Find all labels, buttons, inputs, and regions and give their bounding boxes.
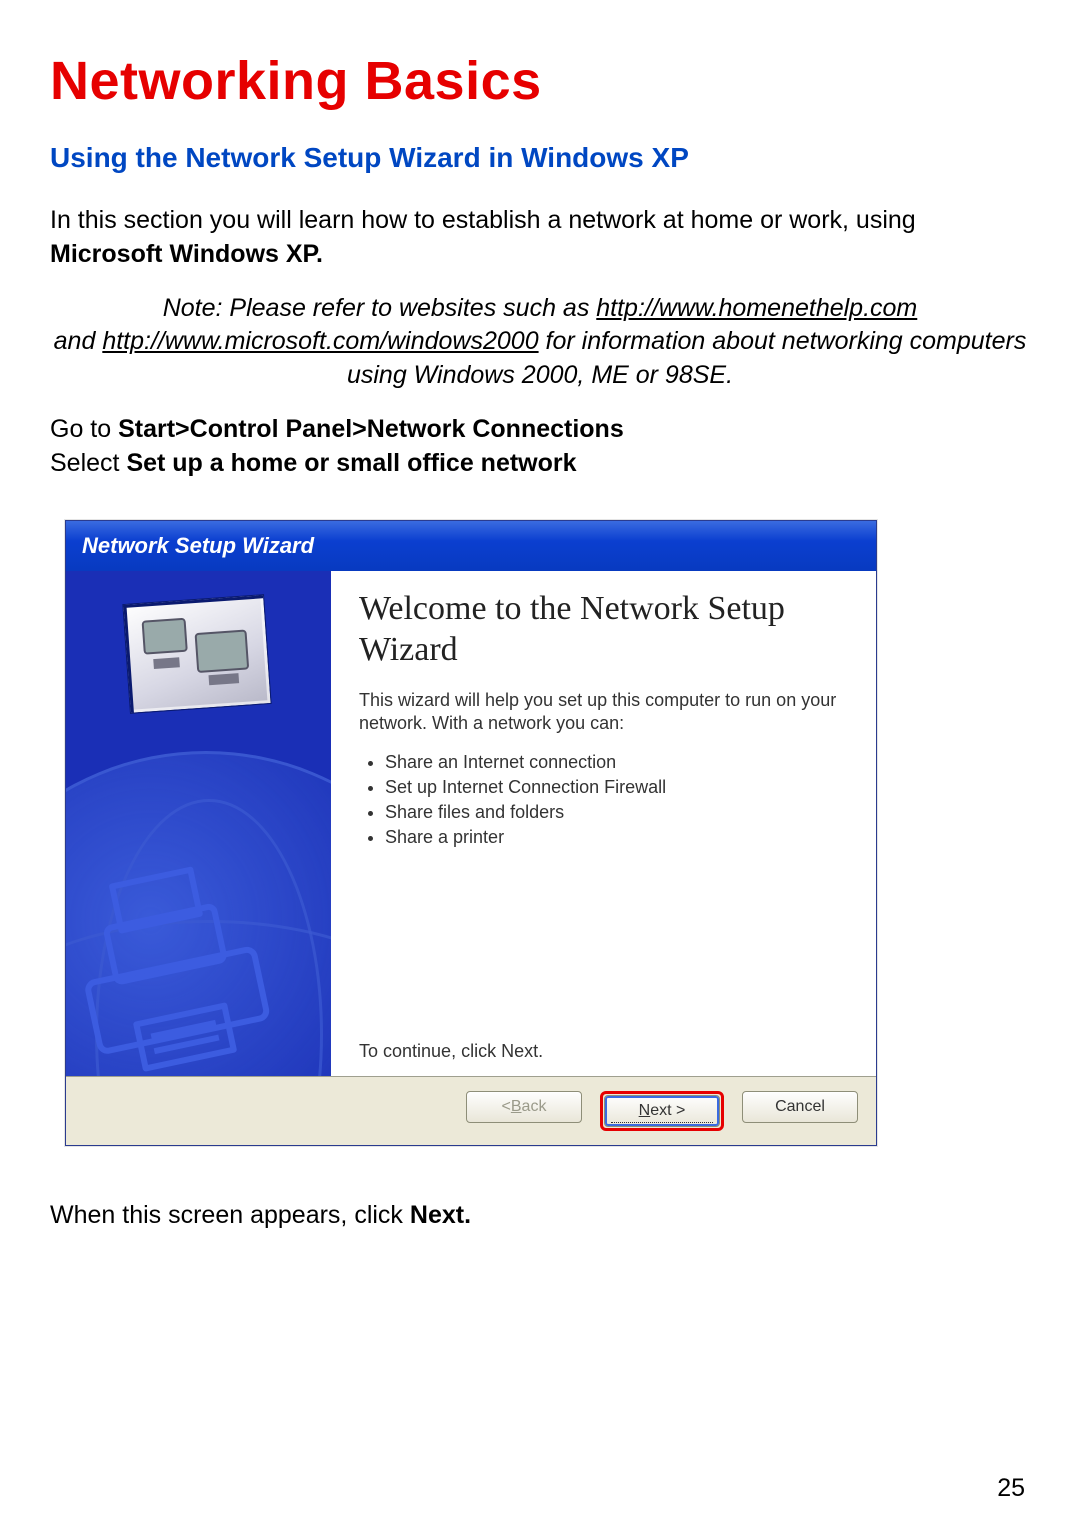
note-pre: Note: Please refer to websites such as: [163, 294, 597, 322]
goto-path: Start>Control Panel>Network Connections: [118, 415, 624, 443]
instructions: Go to Start>Control Panel>Network Connec…: [50, 413, 1030, 481]
next-underline: N: [639, 1102, 651, 1120]
select-pre: Select: [50, 449, 126, 477]
wizard-intro-text: This wizard will help you set up this co…: [359, 689, 848, 736]
note-link-1[interactable]: http://www.homenethelp.com: [596, 294, 917, 322]
page-number: 25: [997, 1474, 1025, 1503]
wizard-bullet: Set up Internet Connection Firewall: [385, 775, 848, 800]
back-underline: B: [511, 1098, 522, 1116]
back-prefix: <: [502, 1098, 511, 1116]
after-pre: When this screen appears, click: [50, 1201, 410, 1229]
next-button-highlight: Next >: [600, 1091, 724, 1131]
intro-bold: Microsoft Windows XP.: [50, 240, 323, 268]
intro-text: In this section you will learn how to es…: [50, 206, 916, 234]
wizard-bullet: Share an Internet connection: [385, 750, 848, 775]
section-subtitle: Using the Network Setup Wizard in Window…: [50, 142, 1030, 174]
wizard-titlebar: Network Setup Wizard: [66, 521, 876, 571]
next-button[interactable]: Next >: [604, 1095, 720, 1127]
after-instruction: When this screen appears, click Next.: [50, 1201, 1030, 1230]
wizard-bullet: Share files and folders: [385, 800, 848, 825]
wizard-continue-text: To continue, click Next.: [359, 1041, 543, 1062]
wizard-window: Network Setup Wizard: [65, 520, 877, 1146]
computers-photo-icon: [122, 594, 271, 714]
wizard-bullet: Share a printer: [385, 825, 848, 850]
wizard-sidebar-image: [66, 571, 331, 1076]
next-rest: ext >: [650, 1102, 685, 1120]
goto-pre: Go to: [50, 415, 118, 443]
cancel-button[interactable]: Cancel: [742, 1091, 858, 1123]
intro-paragraph: In this section you will learn how to es…: [50, 204, 1030, 272]
page-title: Networking Basics: [50, 50, 1030, 112]
after-bold: Next.: [410, 1201, 471, 1229]
note-paragraph: Note: Please refer to websites such as h…: [50, 292, 1030, 393]
wizard-body: Welcome to the Network Setup Wizard This…: [66, 571, 876, 1076]
wizard-bullet-list: Share an Internet connection Set up Inte…: [363, 750, 848, 851]
note-mid: and: [54, 327, 103, 355]
back-rest: ack: [522, 1098, 547, 1116]
wizard-welcome-heading: Welcome to the Network Setup Wizard: [359, 589, 848, 671]
wizard-button-bar: < Back Next > Cancel: [66, 1076, 876, 1145]
note-link-2[interactable]: http://www.microsoft.com/windows2000: [102, 327, 538, 355]
wizard-content: Welcome to the Network Setup Wizard This…: [331, 571, 876, 1076]
select-bold: Set up a home or small office network: [126, 449, 576, 477]
back-button: < Back: [466, 1091, 582, 1123]
